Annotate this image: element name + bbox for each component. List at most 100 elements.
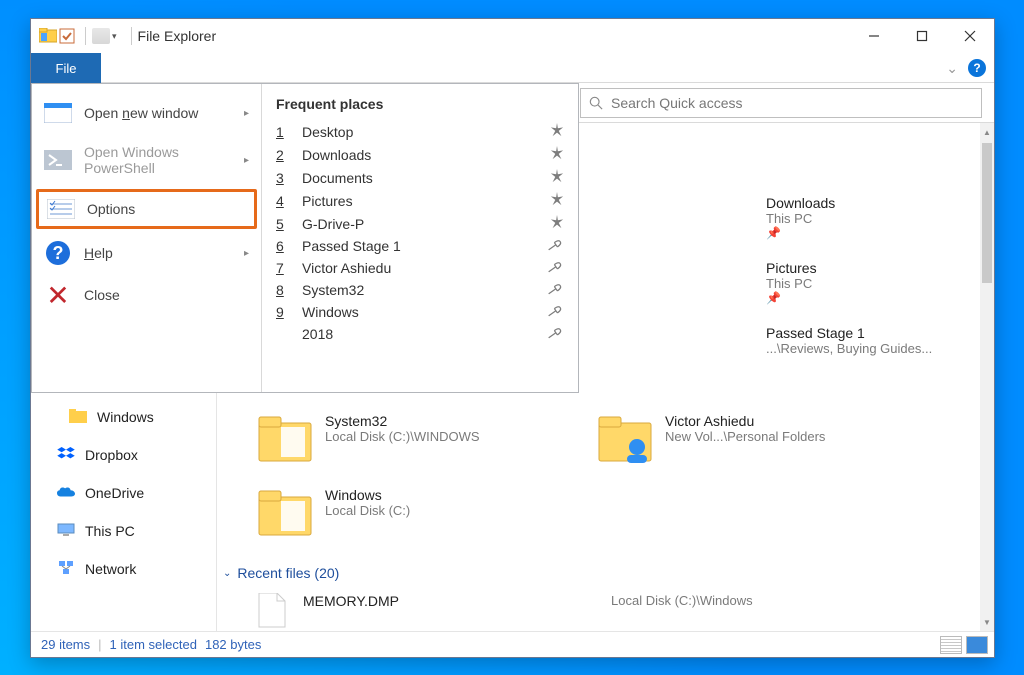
status-bar: 29 items | 1 item selected 182 bytes xyxy=(31,631,994,657)
qat-customize[interactable]: ▾ xyxy=(112,31,117,42)
frequent-place-item[interactable]: 2 Downloads xyxy=(270,143,570,166)
folder-icon xyxy=(257,413,313,465)
submenu-arrow-icon: ▸ xyxy=(244,108,249,119)
frequent-place-label: Windows xyxy=(302,304,359,320)
search-input[interactable]: Search Quick access xyxy=(580,88,982,118)
frequent-place-label: 2018 xyxy=(302,326,333,342)
file-menu-left: Open new window ▸ Open Windows PowerShel… xyxy=(32,84,262,392)
submenu-arrow-icon: ▸ xyxy=(244,248,249,259)
scroll-up-button[interactable]: ▲ xyxy=(980,123,994,141)
folder-windows[interactable]: Windows Local Disk (C:) xyxy=(257,487,537,539)
pinned-passed-stage[interactable]: Passed Stage 1 ...\Reviews, Buying Guide… xyxy=(766,325,980,356)
file-menu-open-new-window[interactable]: Open new window ▸ xyxy=(32,92,261,134)
frequent-place-item[interactable]: 7 Victor Ashiedu xyxy=(270,257,570,279)
qat-location-icon[interactable] xyxy=(92,28,110,44)
network-icon xyxy=(57,561,75,577)
folder-user-icon xyxy=(597,413,653,465)
svg-text:?: ? xyxy=(53,243,64,263)
pushpin-icon[interactable] xyxy=(545,279,567,300)
frequent-place-number: 5 xyxy=(276,216,290,232)
frequent-place-label: Pictures xyxy=(302,193,353,209)
minimize-button[interactable] xyxy=(850,20,898,52)
frequent-place-label: System32 xyxy=(302,282,364,298)
view-details-button[interactable] xyxy=(940,636,962,654)
frequent-place-label: Desktop xyxy=(302,124,353,140)
dropbox-icon xyxy=(57,447,75,463)
qat-separator xyxy=(85,27,86,45)
frequent-place-number: 9 xyxy=(276,304,290,320)
file-menu-options[interactable]: Options xyxy=(36,189,257,229)
frequent-place-number: 2 xyxy=(276,147,290,163)
frequent-place-number: 4 xyxy=(276,193,290,209)
maximize-button[interactable] xyxy=(898,20,946,52)
nav-item-network[interactable]: Network xyxy=(31,555,216,583)
folder-victor[interactable]: Victor Ashiedu New Vol...\Personal Folde… xyxy=(597,413,877,465)
status-item-count: 29 items xyxy=(41,637,90,652)
frequent-place-label: Downloads xyxy=(302,147,371,163)
pin-icon: 📌 xyxy=(766,291,980,305)
pinned-pictures[interactable]: Pictures This PC 📌 xyxy=(766,260,980,305)
pin-icon: 📌 xyxy=(766,226,980,240)
file-menu: Open new window ▸ Open Windows PowerShel… xyxy=(31,83,579,393)
pushpin-icon[interactable] xyxy=(545,301,567,322)
pin-icon[interactable] xyxy=(550,215,564,232)
explorer-icon xyxy=(39,28,55,44)
view-thumbnails-button[interactable] xyxy=(966,636,988,654)
folder-icon xyxy=(69,409,87,425)
file-menu-frequent: Frequent places 1Desktop2Downloads3Docum… xyxy=(262,84,578,392)
frequent-place-item[interactable]: 8 System32 xyxy=(270,279,570,301)
frequent-place-number: 3 xyxy=(276,170,290,186)
pinned-downloads[interactable]: Downloads This PC 📌 xyxy=(766,195,980,240)
window-title: File Explorer xyxy=(138,28,217,44)
search-placeholder: Search Quick access xyxy=(611,95,743,111)
frequent-place-number: 8 xyxy=(276,282,290,298)
qat-properties-icon[interactable] xyxy=(59,28,75,44)
ribbon-file-tab[interactable]: File xyxy=(31,53,101,83)
nav-item-onedrive[interactable]: OneDrive xyxy=(31,479,216,507)
help-icon[interactable]: ? xyxy=(968,59,986,77)
vertical-scrollbar[interactable]: ▲ ▼ xyxy=(980,123,994,631)
powershell-icon xyxy=(44,149,72,171)
frequent-place-number: 7 xyxy=(276,260,290,276)
frequent-place-label: Passed Stage 1 xyxy=(302,238,401,254)
nav-item-windows[interactable]: Windows xyxy=(31,403,216,431)
nav-item-thispc[interactable]: This PC xyxy=(31,517,216,545)
folder-icon xyxy=(257,487,313,539)
file-menu-open-powershell[interactable]: Open Windows PowerShell ▸ xyxy=(32,134,261,186)
pushpin-icon[interactable] xyxy=(545,323,567,344)
help-circle-icon: ? xyxy=(44,242,72,264)
recent-file-memory[interactable]: MEMORY.DMP Local Disk (C:)\Windows xyxy=(217,593,980,631)
close-x-icon: ✕ xyxy=(44,284,72,306)
submenu-arrow-icon: ▸ xyxy=(244,155,249,166)
frequent-place-item[interactable]: 4 Pictures xyxy=(270,189,570,212)
scroll-down-button[interactable]: ▼ xyxy=(980,613,994,631)
pin-icon[interactable] xyxy=(550,146,564,163)
ribbon-chevron-icon[interactable]: ⌄ xyxy=(946,60,958,77)
frequent-place-item[interactable]: 3 Documents xyxy=(270,166,570,189)
window-icon xyxy=(44,102,72,124)
recent-files-header[interactable]: ⌄ Recent files (20) xyxy=(217,565,980,581)
chevron-down-icon: ⌄ xyxy=(223,568,231,579)
pin-icon[interactable] xyxy=(550,123,564,140)
frequent-place-item[interactable]: 1Desktop xyxy=(270,120,570,143)
folder-system32[interactable]: System32 Local Disk (C:)\WINDOWS xyxy=(257,413,537,465)
pin-icon[interactable] xyxy=(550,192,564,209)
pushpin-icon[interactable] xyxy=(545,235,567,256)
titlebar: ▾ File Explorer xyxy=(31,19,994,53)
frequent-place-number: 6 xyxy=(276,238,290,254)
onedrive-icon xyxy=(57,485,75,501)
qat-separator-2 xyxy=(131,27,132,45)
pin-icon[interactable] xyxy=(550,169,564,186)
nav-item-dropbox[interactable]: Dropbox xyxy=(31,441,216,469)
frequent-place-label: Victor Ashiedu xyxy=(302,260,391,276)
pushpin-icon[interactable] xyxy=(545,257,567,278)
file-menu-close[interactable]: ✕ Close xyxy=(32,274,261,316)
frequent-place-label: Documents xyxy=(302,170,373,186)
close-button[interactable] xyxy=(946,20,994,52)
frequent-place-item[interactable]: 2018 xyxy=(270,323,570,345)
frequent-place-item[interactable]: 9 Windows xyxy=(270,301,570,323)
file-menu-help[interactable]: ? Help ▸ xyxy=(32,232,261,274)
scroll-thumb[interactable] xyxy=(982,143,992,283)
frequent-place-item[interactable]: 5G-Drive-P xyxy=(270,212,570,235)
frequent-place-item[interactable]: 6 Passed Stage 1 xyxy=(270,235,570,257)
